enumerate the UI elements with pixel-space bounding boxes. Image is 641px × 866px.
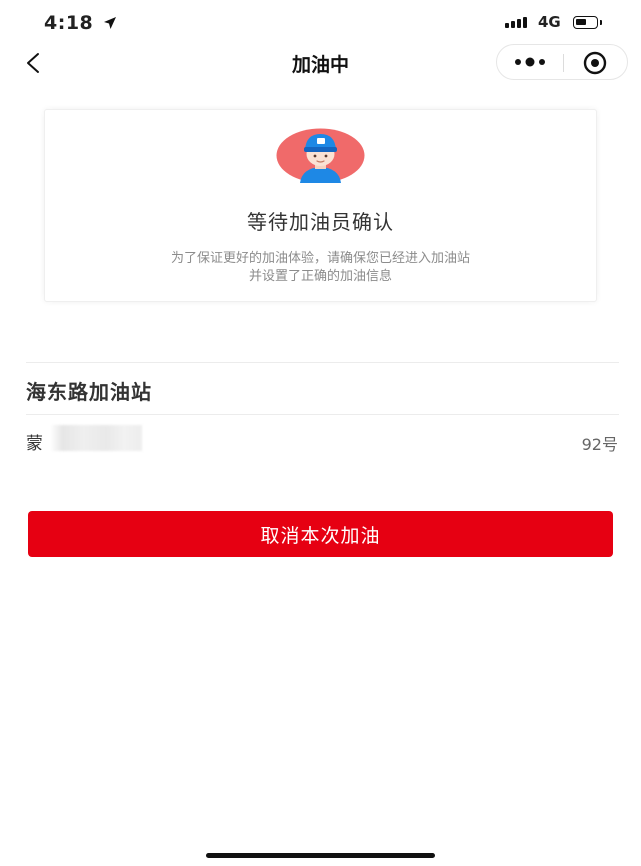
cancel-fueling-button[interactable]: 取消本次加油 [28,511,613,557]
row-divider [26,414,619,415]
plate-number: 蒙 [26,434,43,454]
status-title: 等待加油员确认 [247,210,394,234]
section-divider [26,362,619,363]
network-type: 4G [538,13,561,31]
attendant-avatar-icon [276,128,365,183]
location-arrow-icon [104,17,116,29]
battery-tip [600,20,602,25]
fuel-type: 92号 [581,435,618,454]
status-description-line1: 为了保证更好的加油体验，请确保您已经进入加油站 [170,251,470,266]
status-time: 4:18 [44,12,94,34]
station-name: 海东路加油站 [26,380,152,404]
capsule-divider [563,54,564,72]
plate-number-redacted [52,425,142,451]
home-indicator[interactable] [206,853,435,858]
more-dots-icon[interactable] [513,55,547,69]
target-circle-icon[interactable] [583,51,607,75]
status-description: 为了保证更好的加油体验，请确保您已经进入加油站 并设置了正确的加油信息 [0,250,641,286]
battery-icon [573,16,598,29]
signal-bars-icon [505,17,527,28]
mini-program-capsule [496,44,628,80]
status-description-line2: 并设置了正确的加油信息 [248,269,392,284]
